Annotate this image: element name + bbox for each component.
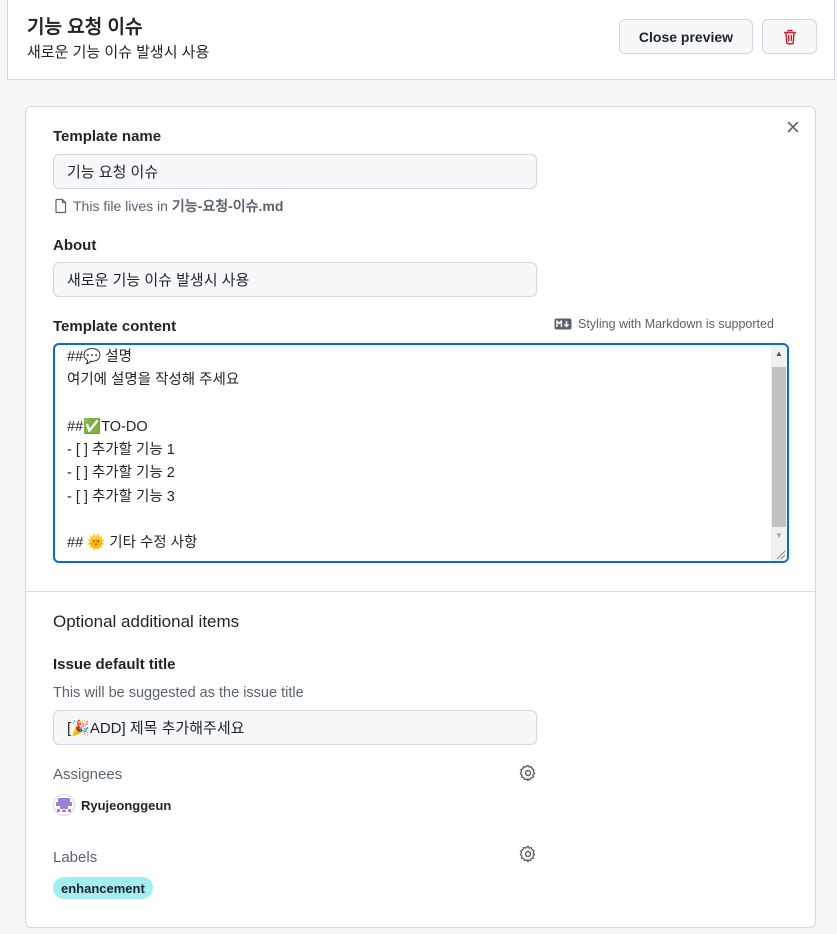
close-icon[interactable]	[785, 119, 801, 135]
about-label: About	[53, 237, 97, 254]
label-badge-enhancement[interactable]: enhancement	[53, 877, 153, 899]
trash-icon	[783, 29, 796, 44]
page-title: 기능 요청 이슈	[27, 17, 143, 38]
issue-title-input[interactable]: [🎉ADD] 제목 추가해주세요	[53, 710, 537, 745]
file-note: This file lives in 기능-요청-이슈.md	[53, 196, 283, 216]
page-subtitle: 새로운 기능 이슈 발생시 사용	[27, 44, 210, 61]
resize-handle-icon[interactable]	[771, 545, 787, 561]
template-name-label: Template name	[53, 128, 162, 145]
issue-title-label: Issue default title	[53, 656, 176, 673]
content-line	[67, 393, 239, 416]
optional-section-title: Optional additional items	[53, 612, 240, 631]
markdown-note: Styling with Markdown is supported	[554, 317, 774, 331]
content-line: - [ ] 추가할 기능 2	[67, 465, 175, 482]
markdown-note-text: Styling with Markdown is supported	[578, 317, 774, 331]
checkmark-emoji: ✅	[83, 418, 102, 435]
template-card: Template name 기능 요청 이슈 This file lives i…	[25, 106, 816, 928]
content-line: ## 💬 설명	[67, 346, 239, 369]
textarea-scrollbar[interactable]: ▲ ▼	[771, 345, 787, 561]
assignee-name: Ryujeonggeun	[81, 797, 172, 813]
speech-bubble-emoji: 💬	[83, 349, 102, 365]
assignee-item[interactable]: Ryujeonggeun	[53, 794, 171, 816]
avatar	[53, 794, 75, 816]
template-content-lines: ## 💬 설명 여기에 설명을 작성해 주세요 ## ✅ TO-DO - [ ] 추가…	[67, 346, 239, 556]
content-line: ## ✅ TO-DO	[67, 416, 239, 439]
gear-icon[interactable]	[519, 845, 537, 863]
about-input[interactable]: 새로운 기능 이슈 발생시 사용	[53, 262, 537, 297]
template-name-input[interactable]: 기능 요청 이슈	[53, 154, 537, 189]
markdown-icon	[554, 318, 572, 330]
scroll-up-arrow-icon[interactable]: ▲	[771, 345, 787, 361]
section-divider	[26, 591, 815, 592]
labels-label: Labels	[53, 849, 98, 866]
scroll-down-arrow-icon[interactable]: ▼	[771, 527, 787, 543]
template-content-textarea[interactable]: ## 💬 설명 여기에 설명을 작성해 주세요 ## ✅ TO-DO - [ ] 추가…	[53, 343, 789, 563]
file-note-text: This file lives in	[73, 198, 168, 214]
template-content-label: Template content	[53, 318, 177, 335]
scrollbar-thumb[interactable]	[772, 367, 786, 527]
issue-title-hint: This will be suggested as the issue titl…	[53, 685, 304, 701]
content-line: ## 🌞 기타 수정 사항	[67, 532, 239, 555]
gear-icon[interactable]	[519, 764, 537, 782]
file-icon	[55, 198, 67, 214]
file-name: 기능-요청-이슈.md	[171, 198, 284, 214]
content-line: - [ ] 추가할 기능 1	[67, 442, 175, 459]
sun-emoji: 🌞	[87, 535, 106, 552]
close-preview-button[interactable]: Close preview	[619, 19, 753, 54]
delete-button[interactable]	[762, 19, 817, 54]
header-bar: 기능 요청 이슈 새로운 기능 이슈 발생시 사용 Close preview	[7, 0, 835, 80]
assignees-label: Assignees	[53, 766, 123, 783]
content-line	[67, 509, 239, 532]
content-line: 여기에 설명을 작성해 주세요	[67, 372, 240, 389]
content-line: - [ ] 추가할 기능 3	[67, 488, 175, 505]
